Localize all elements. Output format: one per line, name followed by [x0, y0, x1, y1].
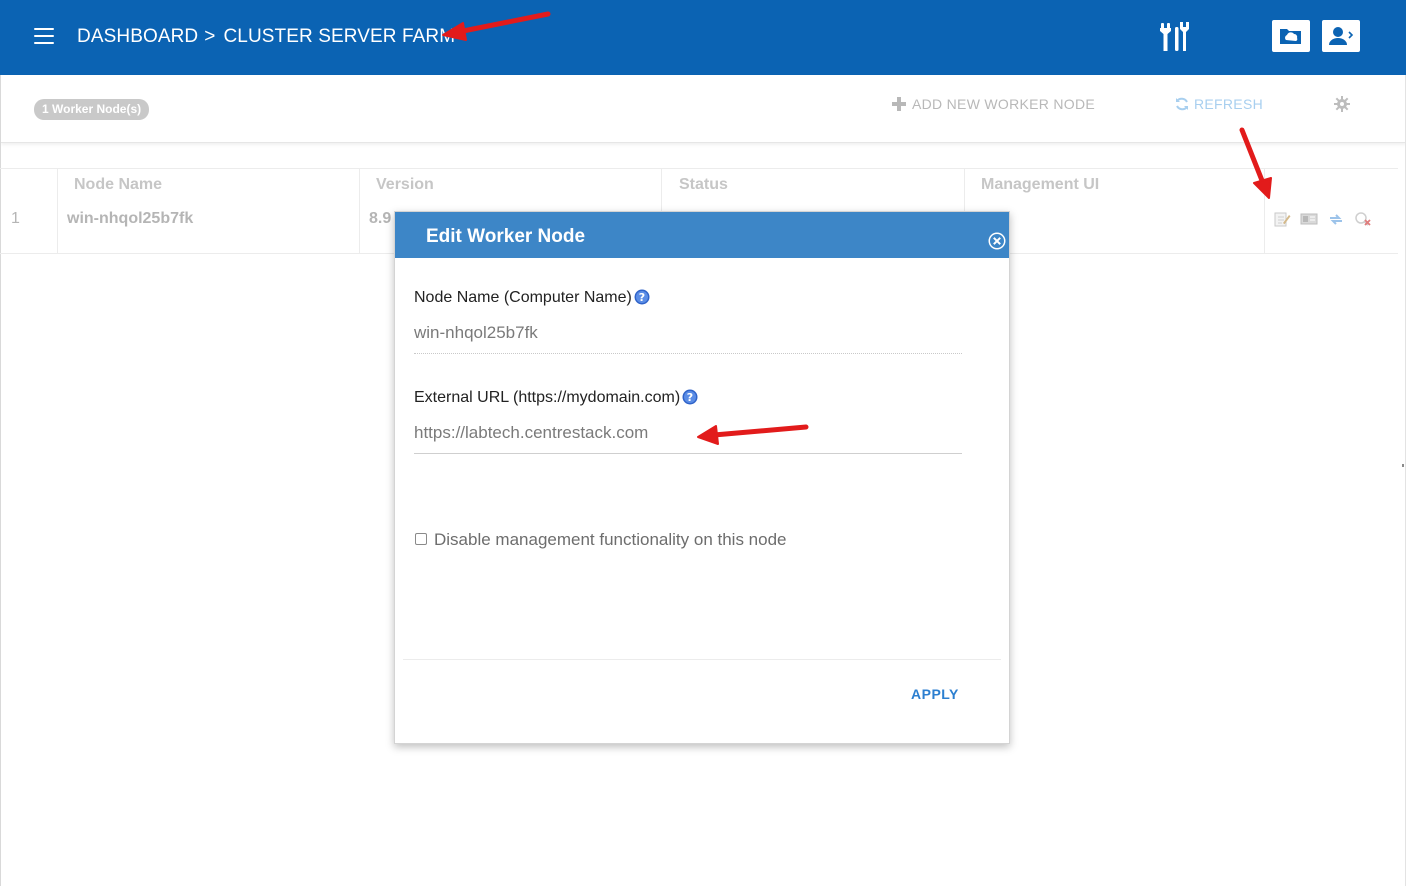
disable-management-checkbox[interactable] — [415, 533, 427, 545]
external-url-input[interactable]: https://labtech.centrestack.com — [414, 423, 962, 454]
left-border — [0, 75, 1, 886]
external-url-label-text: External URL (https://mydomain.com) — [414, 389, 681, 406]
refresh-label: REFRESH — [1194, 96, 1263, 112]
license-icon[interactable] — [1300, 210, 1318, 228]
node-count-badge: 1 Worker Node(s) — [34, 99, 150, 120]
refresh-button[interactable]: REFRESH — [1174, 96, 1263, 112]
delete-icon[interactable] — [1354, 210, 1372, 228]
breadcrumb-current-page: CLUSTER SERVER FARM — [223, 26, 456, 47]
add-worker-node-label: ADD NEW WORKER NODE — [912, 96, 1096, 112]
apply-button[interactable]: APPLY — [911, 686, 959, 702]
edit-worker-node-dialog: Edit Worker Node Node Name (Computer Nam… — [394, 211, 1010, 744]
menu-icon[interactable] — [34, 28, 54, 46]
add-worker-node-button[interactable]: ADD NEW WORKER NODE — [892, 96, 1095, 112]
column-header-version[interactable]: Version — [376, 176, 434, 194]
plus-icon — [892, 97, 906, 111]
breadcrumb: DASHBOARD > CLUSTER SERVER FARM — [77, 26, 455, 48]
node-name-label-text: Node Name (Computer Name) — [414, 289, 632, 306]
scroll-indicator — [1402, 464, 1404, 467]
user-icon — [1329, 27, 1354, 45]
top-header: DASHBOARD > CLUSTER SERVER FARM — [0, 0, 1406, 75]
row-version: 8.9 — [369, 210, 392, 227]
disable-management-label[interactable]: Disable management functionality on this… — [434, 530, 787, 550]
dialog-header: Edit Worker Node — [395, 212, 1009, 258]
column-divider — [57, 168, 58, 254]
sync-icon[interactable] — [1327, 210, 1345, 228]
help-icon[interactable]: ? — [634, 289, 650, 305]
edit-icon[interactable] — [1273, 210, 1291, 228]
column-divider — [359, 168, 360, 254]
user-account-button[interactable] — [1322, 20, 1360, 52]
column-header-node-name[interactable]: Node Name — [74, 176, 162, 194]
row-node-name: win-nhqol25b7fk — [67, 210, 194, 227]
row-index: 1 — [11, 210, 20, 227]
breadcrumb-dashboard[interactable]: DASHBOARD — [77, 26, 198, 48]
column-header-status[interactable]: Status — [679, 176, 728, 194]
dialog-title: Edit Worker Node — [426, 226, 586, 247]
column-header-management-ui[interactable]: Management UI — [981, 176, 1099, 194]
refresh-icon — [1176, 97, 1188, 111]
breadcrumb-separator: > — [204, 26, 216, 47]
svg-text:?: ? — [687, 391, 693, 404]
node-name-field-label: Node Name (Computer Name)? — [414, 289, 650, 307]
cloud-folder-button[interactable] — [1272, 20, 1310, 52]
gear-icon[interactable] — [1334, 96, 1350, 112]
tools-icon[interactable] — [1159, 21, 1193, 53]
row-actions — [1273, 210, 1372, 228]
external-url-field-label: External URL (https://mydomain.com)? — [414, 389, 698, 407]
node-name-field: win-nhqol25b7fk — [414, 323, 962, 354]
help-icon[interactable]: ? — [682, 389, 698, 405]
dialog-footer-divider — [403, 659, 1001, 660]
table-top-line — [0, 168, 1398, 169]
close-icon[interactable] — [988, 232, 1006, 250]
column-divider — [1264, 168, 1265, 254]
cloud-folder-icon — [1280, 29, 1301, 44]
svg-text:?: ? — [639, 291, 645, 304]
